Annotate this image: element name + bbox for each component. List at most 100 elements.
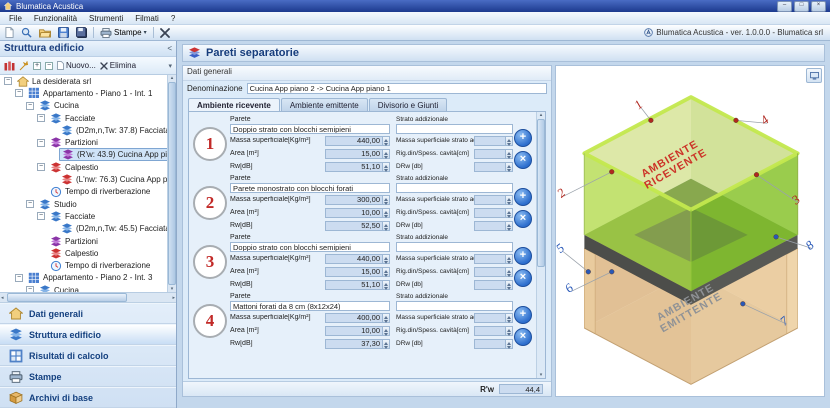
tree-item[interactable]: (L'nw: 76.3) Cucina App piano 2 -> Cuci (0, 173, 168, 185)
add-layer-button[interactable]: + (514, 188, 532, 206)
spinner-icon[interactable] (506, 136, 513, 146)
callout-dot-6[interactable] (609, 269, 614, 274)
add-layer-button[interactable]: + (514, 306, 532, 324)
nav-item-dati-generali[interactable]: Dati generali (0, 303, 176, 324)
tree-item[interactable]: − Calpestio (0, 161, 168, 173)
stampe-button[interactable]: Stampe ▾ (98, 26, 149, 39)
massa-add-input[interactable] (474, 136, 506, 146)
save-all-button[interactable] (74, 26, 89, 39)
spinner-icon[interactable] (506, 195, 513, 205)
drw-input[interactable] (474, 339, 506, 349)
tree-item[interactable]: −Appartamento - Piano 1 - Int. 1 (0, 87, 168, 99)
spinner-icon[interactable] (383, 162, 390, 172)
tools-button[interactable] (158, 26, 172, 39)
tree-horizontal-scrollbar[interactable]: ◂▸ (0, 293, 176, 303)
tab-divisorio-e-giunti[interactable]: Divisorio e Giunti (369, 98, 447, 111)
parete-input[interactable] (230, 124, 390, 134)
new-document-button[interactable] (3, 26, 16, 39)
strato-input[interactable] (396, 124, 513, 134)
close-button[interactable]: × (811, 1, 826, 12)
tree-item[interactable]: −La desiderata srl (0, 75, 168, 87)
form-vertical-scrollbar[interactable]: ▴▾ (536, 112, 545, 378)
nuovo-button[interactable]: Nuovo... (57, 61, 96, 70)
callout-dot-2[interactable] (609, 169, 614, 174)
massa-input[interactable] (325, 136, 383, 146)
tree-item[interactable]: − Studio (0, 198, 168, 210)
callout-dot-4[interactable] (734, 118, 739, 123)
tree-item[interactable]: Tempo di riverberazione (0, 259, 168, 271)
tree-expander-icon[interactable]: − (26, 200, 34, 208)
maximize-button[interactable]: □ (794, 1, 809, 12)
massa-input[interactable] (325, 313, 383, 323)
collapse-sidebar-icon[interactable]: < (167, 44, 172, 53)
isometric-scene[interactable]: AMBIENTE RICEVENTE AMBIENTE EMITTENTE 12… (556, 66, 824, 396)
spinner-icon[interactable] (383, 208, 390, 218)
menu-item-1[interactable]: Funzionalità (28, 14, 83, 23)
tree-item[interactable]: (R'w: 43.9) Cucina App piano 2 -> Cuci (0, 149, 168, 161)
spinner-icon[interactable] (506, 339, 513, 349)
nav-item-stampe[interactable]: Stampe (0, 366, 176, 387)
tree-vertical-scrollbar[interactable]: ▴▾ (167, 75, 176, 292)
strato-input[interactable] (396, 242, 513, 252)
drw-input[interactable] (474, 280, 506, 290)
spinner-icon[interactable] (383, 280, 390, 290)
tree-expander-icon[interactable]: − (15, 274, 23, 282)
minimize-button[interactable]: – (777, 1, 792, 12)
viewer-options-button[interactable] (806, 68, 822, 83)
search-button[interactable] (19, 26, 34, 39)
area-input[interactable] (325, 208, 383, 218)
spinner-icon[interactable] (506, 149, 513, 159)
spinner-icon[interactable] (383, 339, 390, 349)
spinner-icon[interactable] (383, 326, 390, 336)
menu-item-3[interactable]: Filmati (129, 14, 165, 23)
open-button[interactable] (37, 26, 53, 39)
rw-input[interactable] (325, 339, 383, 349)
tree-item[interactable]: − Cucina (0, 284, 168, 292)
tree-expander-icon[interactable]: − (4, 77, 12, 85)
massa-input[interactable] (325, 254, 383, 264)
tree-item[interactable]: − Cucina (0, 100, 168, 112)
tree-expander-icon[interactable]: − (37, 114, 45, 122)
remove-layer-button[interactable]: × (514, 328, 532, 346)
tree-item[interactable]: − Facciate (0, 210, 168, 222)
callout-dot-8[interactable] (774, 234, 779, 239)
nav-item-struttura-edificio[interactable]: Struttura edificio (0, 324, 176, 345)
strato-input[interactable] (396, 301, 513, 311)
spinner-icon[interactable] (383, 313, 390, 323)
rw-input[interactable] (325, 280, 383, 290)
menu-item-0[interactable]: File (3, 14, 28, 23)
spinner-icon[interactable] (506, 162, 513, 172)
massa-add-input[interactable] (474, 313, 506, 323)
callout-dot-7[interactable] (740, 301, 745, 306)
rw-input[interactable] (325, 221, 383, 231)
tree-expander-icon[interactable]: − (15, 89, 23, 97)
tab-ambiente-emittente[interactable]: Ambiente emittente (281, 98, 368, 111)
nav-item-risultati-di-calcolo[interactable]: Risultati di calcolo (0, 345, 176, 366)
spinner-icon[interactable] (506, 208, 513, 218)
rw-input[interactable] (325, 162, 383, 172)
callout-dot-1[interactable] (649, 118, 654, 123)
massa-input[interactable] (325, 195, 383, 205)
tab-ambiente-ricevente[interactable]: Ambiente ricevente (188, 98, 280, 111)
drw-input[interactable] (474, 162, 506, 172)
tree-expander-icon[interactable]: − (26, 102, 34, 110)
menu-item-4[interactable]: ? (165, 14, 181, 23)
spinner-icon[interactable] (383, 221, 390, 231)
tree-item[interactable]: (D2m,n,Tw: 45.5) Facciata Est (0, 223, 168, 235)
building-icon[interactable] (4, 61, 15, 71)
rig-input[interactable] (474, 326, 506, 336)
wand-icon[interactable] (19, 61, 29, 71)
spinner-icon[interactable] (506, 326, 513, 336)
collapse-all-icon[interactable]: − (45, 62, 53, 70)
add-layer-button[interactable]: + (514, 129, 532, 147)
tree-expander-icon[interactable]: − (37, 163, 45, 171)
tree-item[interactable]: − Partizioni (0, 136, 168, 148)
spinner-icon[interactable] (383, 267, 390, 277)
tree-expander-icon[interactable]: − (37, 139, 45, 147)
area-input[interactable] (325, 267, 383, 277)
massa-add-input[interactable] (474, 254, 506, 264)
sidebar-toolbar-overflow-icon[interactable]: ▾ (168, 62, 172, 70)
rig-input[interactable] (474, 208, 506, 218)
tree-item[interactable]: Calpestio (0, 247, 168, 259)
drw-input[interactable] (474, 221, 506, 231)
